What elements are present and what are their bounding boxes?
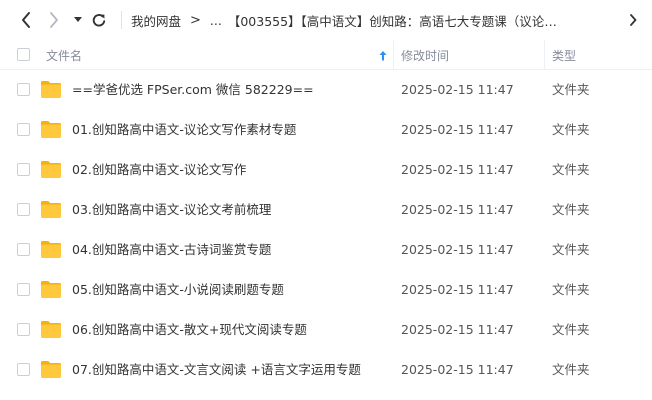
- row-checkbox[interactable]: [17, 203, 30, 216]
- file-row[interactable]: 02.创知路高中语文-议论文写作 2025-02-15 11:47 文件夹: [0, 150, 652, 190]
- file-name[interactable]: 04.创知路高中语文-古诗词鉴赏专题: [72, 230, 271, 270]
- file-type: 文件夹: [552, 242, 590, 257]
- column-header-modified[interactable]: 修改时间: [401, 40, 449, 70]
- history-dropdown-button[interactable]: [71, 9, 85, 31]
- column-header-type[interactable]: 类型: [552, 40, 576, 70]
- file-row[interactable]: 07.创知路高中语文-文言文阅读 +语言文字运用专题 2025-02-15 11:…: [0, 350, 652, 390]
- breadcrumb-separator: >: [190, 12, 201, 28]
- folder-icon: [41, 81, 61, 98]
- file-modified-time: 2025-02-15 11:47: [401, 82, 514, 97]
- arrow-up-icon: [379, 50, 387, 60]
- file-type: 文件夹: [552, 162, 590, 177]
- folder-icon: [41, 321, 61, 338]
- file-name[interactable]: 03.创知路高中语文-议论文考前梳理: [72, 190, 271, 230]
- file-modified-time: 2025-02-15 11:47: [401, 282, 514, 297]
- file-row[interactable]: 06.创知路高中语文-散文+现代文阅读专题 2025-02-15 11:47 文件夹: [0, 310, 652, 350]
- row-checkbox[interactable]: [17, 323, 30, 336]
- folder-icon: [41, 281, 61, 298]
- row-checkbox[interactable]: [17, 363, 30, 376]
- breadcrumb-more-button[interactable]: [626, 12, 640, 28]
- file-name[interactable]: 05.创知路高中语文-小说阅读刷题专题: [72, 270, 284, 310]
- refresh-icon: [92, 14, 106, 27]
- file-modified-time: 2025-02-15 11:47: [401, 322, 514, 337]
- back-button[interactable]: [16, 9, 36, 31]
- chevron-right-icon: [50, 12, 58, 28]
- folder-icon: [41, 201, 61, 218]
- folder-icon: [41, 241, 61, 258]
- column-header-name[interactable]: 文件名: [46, 40, 82, 70]
- file-type: 文件夹: [552, 362, 590, 377]
- forward-button[interactable]: [44, 9, 64, 31]
- sort-button[interactable]: [378, 48, 388, 62]
- file-row[interactable]: 03.创知路高中语文-议论文考前梳理 2025-02-15 11:47 文件夹: [0, 190, 652, 230]
- folder-icon: [41, 121, 61, 138]
- row-checkbox[interactable]: [17, 123, 30, 136]
- row-checkbox[interactable]: [17, 83, 30, 96]
- file-name[interactable]: 02.创知路高中语文-议论文写作: [72, 150, 246, 190]
- file-row[interactable]: 05.创知路高中语文-小说阅读刷题专题 2025-02-15 11:47 文件夹: [0, 270, 652, 310]
- file-type: 文件夹: [552, 202, 590, 217]
- file-modified-time: 2025-02-15 11:47: [401, 122, 514, 137]
- row-checkbox[interactable]: [17, 283, 30, 296]
- breadcrumb-current-folder: 【003555】【高中语文】创知路：高语七大专题课（议论文写作、古诗词鉴赏、小说…: [227, 13, 559, 29]
- breadcrumb-root[interactable]: 我的网盘: [131, 11, 181, 30]
- file-name[interactable]: 06.创知路高中语文-散文+现代文阅读专题: [72, 310, 307, 350]
- file-type: 文件夹: [552, 82, 590, 97]
- chevron-right-icon: [630, 14, 637, 26]
- row-checkbox[interactable]: [17, 163, 30, 176]
- file-type: 文件夹: [552, 282, 590, 297]
- folder-icon: [41, 161, 61, 178]
- file-name[interactable]: 07.创知路高中语文-文言文阅读 +语言文字运用专题: [72, 350, 361, 390]
- file-type: 文件夹: [552, 122, 590, 137]
- file-name[interactable]: ==学爸优选 FPSer.com 微信 582229==: [72, 70, 314, 110]
- row-checkbox[interactable]: [17, 243, 30, 256]
- chevron-left-icon: [22, 12, 30, 28]
- caret-down-icon: [74, 17, 82, 22]
- file-row[interactable]: ==学爸优选 FPSer.com 微信 582229== 2025-02-15 1…: [0, 70, 652, 110]
- file-modified-time: 2025-02-15 11:47: [401, 242, 514, 257]
- breadcrumb: 我的网盘 > ... 【003555】【高中语文】创知路：高语七大专题课（议论文…: [131, 0, 636, 40]
- file-modified-time: 2025-02-15 11:47: [401, 162, 514, 177]
- file-type: 文件夹: [552, 322, 590, 337]
- toolbar: 我的网盘 > ... 【003555】【高中语文】创知路：高语七大专题课（议论文…: [0, 0, 652, 40]
- file-row[interactable]: 01.创知路高中语文-议论文写作素材专题 2025-02-15 11:47 文件夹: [0, 110, 652, 150]
- file-list-header: 文件名 修改时间 类型: [0, 40, 652, 70]
- breadcrumb-ellipsis[interactable]: ...: [210, 13, 222, 28]
- select-all-checkbox[interactable]: [17, 48, 30, 61]
- file-row[interactable]: 04.创知路高中语文-古诗词鉴赏专题 2025-02-15 11:47 文件夹: [0, 230, 652, 270]
- file-modified-time: 2025-02-15 11:47: [401, 202, 514, 217]
- folder-icon: [41, 361, 61, 378]
- file-modified-time: 2025-02-15 11:47: [401, 362, 514, 377]
- file-name[interactable]: 01.创知路高中语文-议论文写作素材专题: [72, 110, 296, 150]
- column-divider: [544, 40, 545, 70]
- column-divider: [393, 40, 394, 70]
- refresh-button[interactable]: [89, 9, 109, 31]
- toolbar-divider: [121, 11, 122, 29]
